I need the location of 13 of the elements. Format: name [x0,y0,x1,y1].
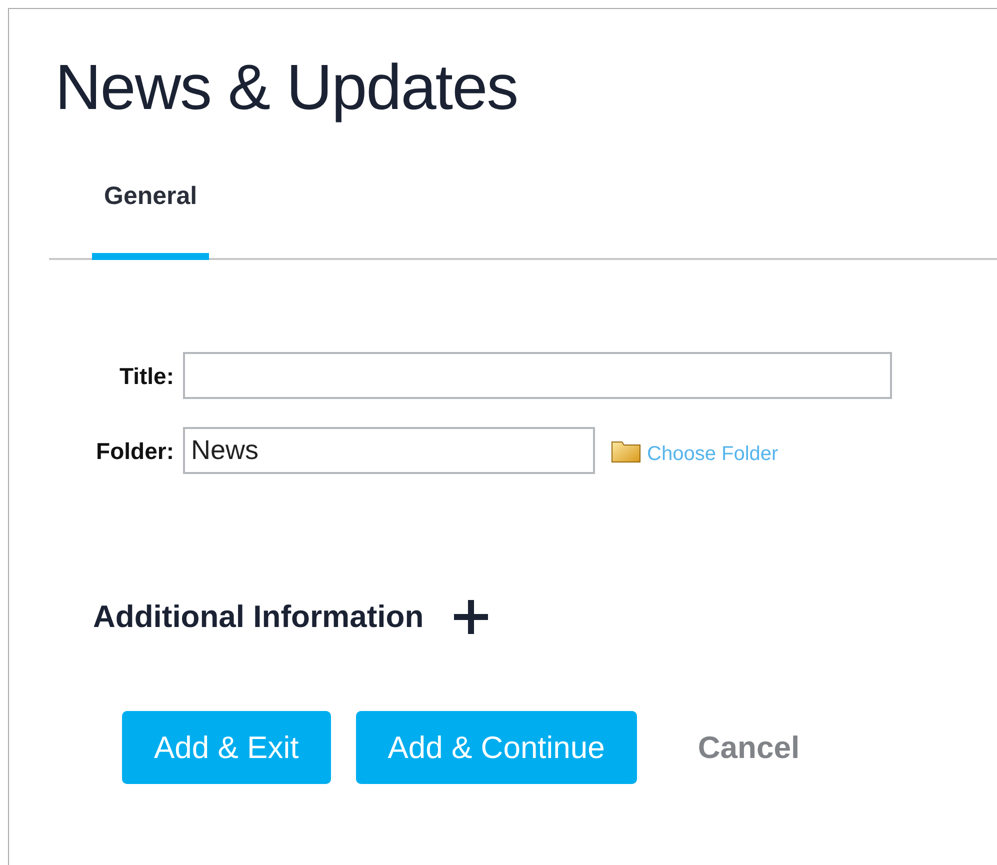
page-title: News & Updates [54,50,519,125]
folder-icon[interactable] [611,438,641,463]
choose-folder-link[interactable]: Choose Folder [647,438,778,469]
field-label: Title: [118,362,175,391]
tab[interactable]: General [92,166,210,260]
field-label: Folder: [95,436,175,466]
action-button[interactable]: Add & Continue [356,711,637,784]
input-field[interactable] [183,352,892,400]
input-field[interactable]: News [183,427,595,474]
cancel-button[interactable]: Cancel [692,724,806,772]
action-button[interactable]: Add & Exit [122,711,331,784]
section-heading: Additional Information [93,598,424,636]
plus-icon[interactable] [454,600,488,634]
